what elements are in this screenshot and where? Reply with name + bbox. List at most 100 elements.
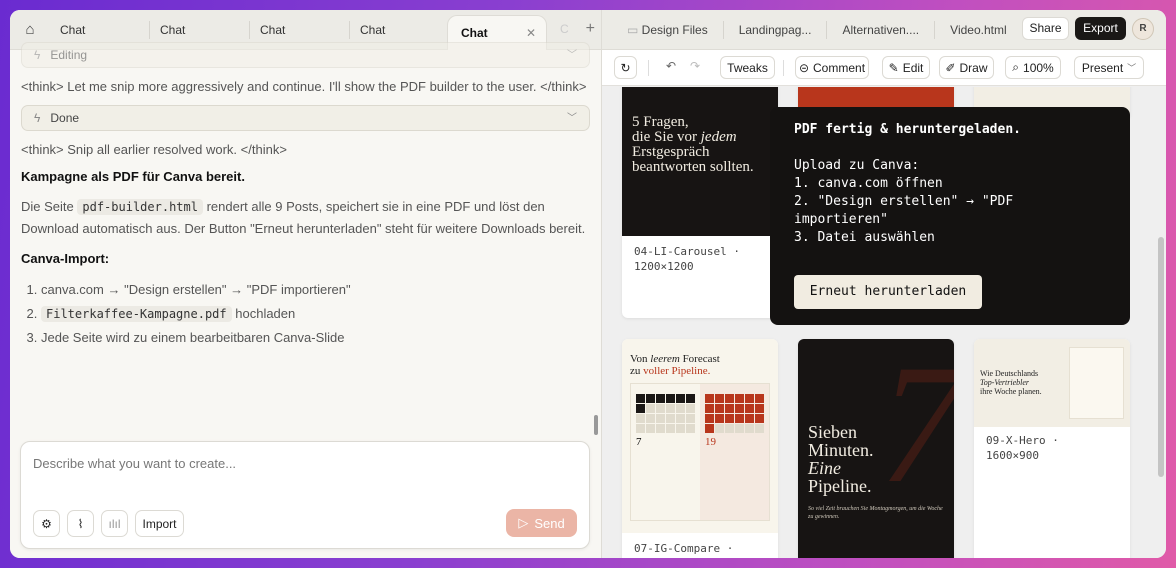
- undo-icon[interactable]: ↶: [666, 59, 676, 73]
- status-label: Done: [50, 110, 80, 125]
- card-label: 09-X-Hero · 1600×900: [986, 434, 1059, 462]
- inline-code: Filterkaffee-Kampagne.pdf: [41, 306, 232, 322]
- tab-label: Chat: [461, 26, 488, 40]
- text: die Sie vor jedem: [632, 130, 768, 145]
- scrollbar[interactable]: [594, 415, 598, 435]
- tab-chat-4[interactable]: Chat: [350, 20, 450, 39]
- new-tab-button[interactable]: +: [586, 20, 595, 38]
- done-status-pill[interactable]: ϟ Done ﹀: [21, 105, 590, 131]
- toast-title: PDF fertig & heruntergeladen.: [794, 122, 1021, 137]
- text: voller Pipeline.: [643, 365, 711, 377]
- count-before: 7: [636, 436, 642, 448]
- tweaks-button[interactable]: Tweaks: [720, 56, 775, 79]
- text: zu: [630, 365, 644, 377]
- design-card-compare[interactable]: Von leerem Forecast zu voller Pipeline. …: [622, 339, 778, 558]
- prompt-input[interactable]: Describe what you want to create...: [33, 456, 236, 471]
- message-paragraph: Die Seite pdf-builder.html rendert alle …: [21, 196, 590, 239]
- text: beantworten sollten.: [632, 159, 754, 175]
- redo-icon[interactable]: ↷: [690, 59, 700, 73]
- draw-button[interactable]: ✐ Draw: [939, 56, 994, 79]
- text: Sieben: [808, 422, 857, 442]
- chat-panel: ⌂ Chat Chat Chat Chat Chat ✕ C + ϟ Editing…: [10, 10, 602, 558]
- pdf-ready-toast: PDF fertig & heruntergeladen. Upload zu …: [770, 107, 1130, 325]
- import-steps: canva.com → "Design erstellen" → "PDF im…: [21, 278, 590, 350]
- text: Von: [630, 353, 651, 365]
- design-card-sieben[interactable]: 7 Sieben Minuten. Eine Pipeline. So viel…: [798, 339, 954, 558]
- text: Eine: [808, 458, 841, 478]
- reload-icon[interactable]: ↻: [614, 56, 637, 79]
- thumbnail-headline: 5 Fragen, die Sie vor jedem Erstgespräch…: [632, 115, 768, 175]
- tab-chat-1[interactable]: Chat: [50, 20, 150, 39]
- editing-status-pill[interactable]: ϟ Editing ﹀: [21, 42, 590, 68]
- tab-chat-3[interactable]: Chat: [250, 20, 350, 39]
- text: Pipeline.: [808, 476, 872, 496]
- edit-button[interactable]: ✎ Edit: [882, 56, 930, 79]
- label: Draw: [959, 60, 988, 75]
- text: leerem: [650, 353, 680, 365]
- label: Comment: [813, 60, 866, 75]
- tab-landingpage[interactable]: Landingpag...: [724, 20, 828, 39]
- text: die Sie vor: [632, 129, 701, 145]
- preview-panel: ▭ Design Files Landingpag... Alternative…: [602, 10, 1166, 558]
- divider: [783, 60, 784, 76]
- text: Von leerem Forecast: [630, 353, 770, 365]
- design-card-hero[interactable]: Wie Deutschlands Top-Vertriebler ihre Wo…: [974, 339, 1130, 558]
- status-label: Editing: [50, 47, 88, 62]
- import-button[interactable]: Import: [135, 510, 184, 537]
- export-button[interactable]: Export: [1075, 17, 1126, 40]
- thumbnail: Von leerem Forecast zu voller Pipeline. …: [622, 339, 778, 533]
- settings-icon[interactable]: ⚙: [33, 510, 60, 537]
- tab-chat-2[interactable]: Chat: [150, 20, 250, 39]
- tab-label: Design Files: [641, 22, 708, 37]
- present-button[interactable]: Present ﹀: [1074, 56, 1144, 79]
- zoom-button[interactable]: ⌕ 100%: [1005, 56, 1061, 79]
- label: Edit: [902, 60, 924, 75]
- paperclip-icon[interactable]: ⌇: [67, 510, 94, 537]
- folder-icon: ▭: [627, 22, 642, 37]
- inline-code: pdf-builder.html: [77, 199, 203, 215]
- thumbnail: Wie Deutschlands Top-Vertriebler ihre Wo…: [974, 339, 1130, 427]
- text: Die Seite: [21, 199, 74, 214]
- design-card-carousel[interactable]: 5 Fragen, die Sie vor jedem Erstgespräch…: [622, 87, 778, 318]
- file-tab-bar: ▭ Design Files Landingpag... Alternative…: [602, 10, 1166, 50]
- toast-text: Upload zu Canva:: [794, 158, 920, 173]
- text: hochladen: [235, 306, 296, 321]
- divider: [648, 60, 649, 76]
- think-text: <think> Snip all earlier resolved work. …: [21, 142, 287, 157]
- redownload-button[interactable]: Erneut herunterladen: [794, 275, 982, 309]
- compare-grid: 7 19: [630, 383, 770, 521]
- toast-step: 3. Datei auswählen: [794, 230, 935, 245]
- composer: Describe what you want to create... ⚙ ⌇ …: [20, 441, 590, 549]
- text: 5 Fragen,: [632, 114, 689, 130]
- search-icon: ⌕: [1012, 60, 1020, 74]
- app-window: ⌂ Chat Chat Chat Chat Chat ✕ C + ϟ Editing…: [10, 10, 1166, 558]
- subtitle: So viel Zeit brauchen Sie Montagmorgen, …: [808, 506, 943, 520]
- avatar[interactable]: R: [1132, 18, 1154, 40]
- comment-button[interactable]: ⊝ Comment: [795, 56, 869, 79]
- tab-video[interactable]: Video.html: [935, 21, 1021, 39]
- chat-messages: ϟ Editing ﹀ <think> Let me snip more aggre…: [10, 42, 601, 350]
- tab-overflow[interactable]: C: [560, 22, 569, 36]
- text: Erstgespräch: [632, 144, 710, 160]
- list-item: Filterkaffee-Kampagne.pdf hochladen: [41, 302, 590, 326]
- send-icon: ▷: [518, 515, 529, 530]
- card-label: 07-IG-Compare ·: [634, 542, 734, 555]
- tab-design-files[interactable]: ▭ Design Files: [602, 20, 724, 39]
- comment-icon: ⊝: [798, 60, 810, 75]
- send-button[interactable]: ▷ Send: [506, 509, 577, 537]
- pen-icon: ✎: [888, 60, 899, 75]
- bolt-icon: ϟ: [34, 110, 41, 125]
- card-label: 04-LI-Carousel · 1200×1200: [634, 245, 740, 273]
- thumbnail: 7 Sieben Minuten. Eine Pipeline. So viel…: [798, 339, 954, 558]
- tab-alternativen[interactable]: Alternativen....: [827, 20, 936, 39]
- toast-step: 1. canva.com öffnen: [794, 176, 943, 191]
- message-heading: Kampagne als PDF für Canva bereit.: [21, 169, 245, 184]
- design-canvas: 5 Fragen, die Sie vor jedem Erstgespräch…: [602, 87, 1166, 558]
- audio-icon[interactable]: ılıl: [101, 510, 128, 537]
- share-button[interactable]: Share: [1022, 17, 1069, 40]
- home-icon[interactable]: ⌂: [10, 21, 50, 38]
- preview-toolbar: ↻ ↶ ↷ Tweaks ⊝ Comment ✎ Edit ✐ Draw ⌕ 100% …: [602, 50, 1166, 86]
- scrollbar[interactable]: [1158, 237, 1164, 477]
- think-text: <think> Let me snip more aggressively an…: [21, 79, 587, 94]
- thumbnail: 5 Fragen, die Sie vor jedem Erstgespräch…: [622, 87, 778, 236]
